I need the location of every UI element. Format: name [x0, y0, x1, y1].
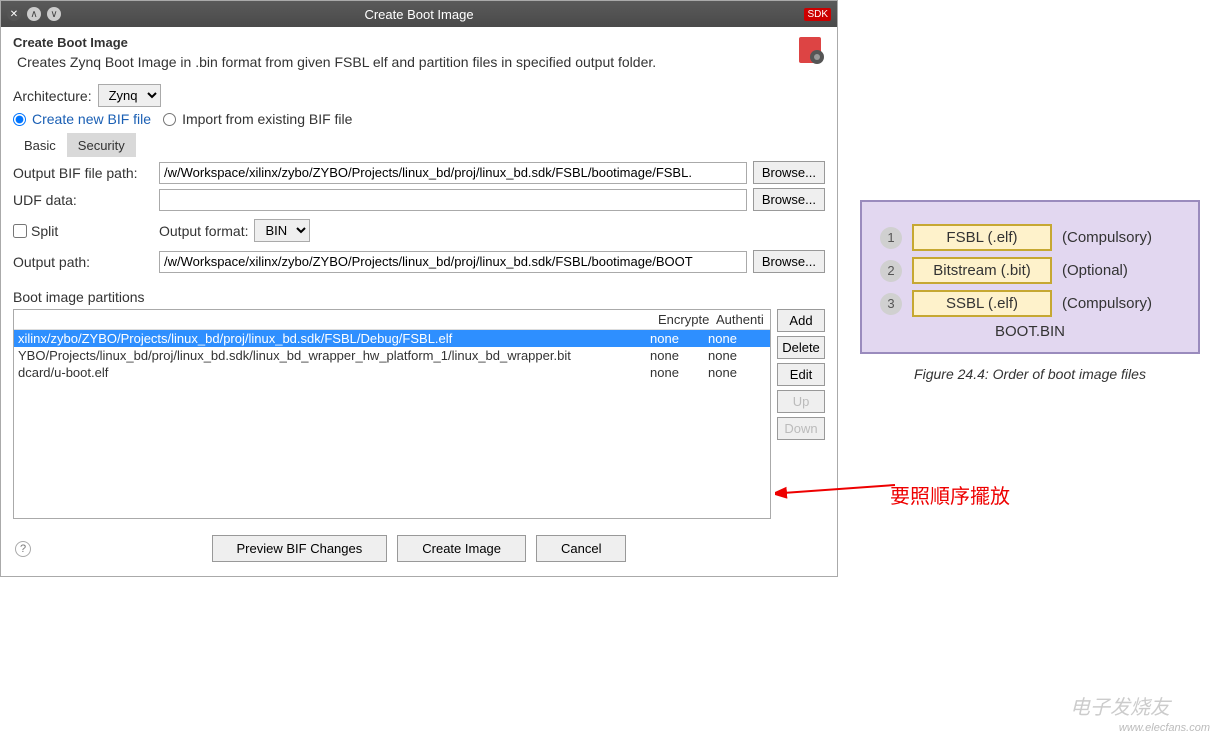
horizontal-scrollbar[interactable] [16, 506, 768, 516]
create-image-button[interactable]: Create Image [397, 535, 526, 562]
radio-import-bif[interactable] [163, 113, 176, 126]
figure-panel: 1 FSBL (.elf) (Compulsory) 2 Bitstream (… [860, 200, 1200, 382]
edit-button[interactable]: Edit [777, 363, 825, 386]
partitions-table[interactable]: Encrypte Authenti xilinx/zybo/ZYBO/Proje… [13, 309, 771, 519]
step-number: 2 [880, 260, 902, 282]
udf-input[interactable] [159, 189, 747, 211]
step-number: 3 [880, 293, 902, 315]
output-format-select[interactable]: BIN [254, 219, 310, 242]
output-path-label: Output path: [13, 254, 153, 270]
titlebar: ✕ ∧ ∨ Create Boot Image SDK [1, 1, 837, 27]
udf-label: UDF data: [13, 192, 153, 208]
file-box: FSBL (.elf) [912, 224, 1052, 251]
up-button[interactable]: Up [777, 390, 825, 413]
udf-browse-button[interactable]: Browse... [753, 188, 825, 211]
output-format-label: Output format: [159, 223, 248, 239]
header-title: Create Boot Image [13, 35, 825, 50]
sdk-badge: SDK [804, 8, 831, 21]
file-box: Bitstream (.bit) [912, 257, 1052, 284]
down-button[interactable]: Down [777, 417, 825, 440]
preview-bif-button[interactable]: Preview BIF Changes [212, 535, 388, 562]
help-icon[interactable]: ? [15, 541, 31, 557]
chevron-up-icon[interactable]: ∧ [27, 7, 41, 21]
partitions-label: Boot image partitions [13, 289, 825, 305]
requirement-label: (Compulsory) [1062, 295, 1152, 312]
delete-button[interactable]: Delete [777, 336, 825, 359]
watermark-url: www.elecfans.com [1119, 722, 1210, 734]
architecture-label: Architecture: [13, 88, 92, 104]
table-row[interactable]: dcard/u-boot.elf none none [14, 364, 770, 381]
close-icon[interactable]: ✕ [7, 7, 21, 21]
watermark-logo: 电子发烧友 [1070, 691, 1170, 720]
header-section: Create Boot Image Creates Zynq Boot Imag… [1, 27, 837, 74]
bif-path-browse-button[interactable]: Browse... [753, 161, 825, 184]
annotation-text: 要照順序擺放 [890, 480, 1010, 509]
table-row[interactable]: xilinx/zybo/ZYBO/Projects/linux_bd/proj/… [14, 330, 770, 347]
col-auth: Authenti [712, 310, 770, 329]
output-path-browse-button[interactable]: Browse... [753, 250, 825, 273]
requirement-label: (Optional) [1062, 262, 1128, 279]
requirement-label: (Compulsory) [1062, 229, 1152, 246]
tab-basic[interactable]: Basic [13, 133, 67, 157]
table-row[interactable]: YBO/Projects/linux_bd/proj/linux_bd.sdk/… [14, 347, 770, 364]
wizard-icon [793, 33, 827, 67]
bif-path-input[interactable] [159, 162, 747, 184]
partitions-header: Encrypte Authenti [14, 310, 770, 330]
file-box: SSBL (.elf) [912, 290, 1052, 317]
bootbin-label: BOOT.BIN [880, 323, 1180, 340]
output-path-input[interactable] [159, 251, 747, 273]
architecture-select[interactable]: Zynq [98, 84, 161, 107]
radio-create-bif[interactable] [13, 113, 26, 126]
window-title: Create Boot Image [364, 7, 473, 22]
bif-path-label: Output BIF file path: [13, 165, 153, 181]
step-number: 1 [880, 227, 902, 249]
radio-create-bif-label: Create new BIF file [32, 111, 151, 127]
split-label: Split [31, 223, 58, 239]
add-button[interactable]: Add [777, 309, 825, 332]
figure-caption: Figure 24.4: Order of boot image files [860, 366, 1200, 382]
tabs: Basic Security [13, 133, 825, 157]
cancel-button[interactable]: Cancel [536, 535, 626, 562]
split-checkbox[interactable] [13, 224, 27, 238]
col-encrypted: Encrypte [654, 310, 712, 329]
chevron-down-icon[interactable]: ∨ [47, 7, 61, 21]
radio-import-bif-label: Import from existing BIF file [182, 111, 352, 127]
header-description: Creates Zynq Boot Image in .bin format f… [17, 54, 825, 70]
dialog-create-boot-image: ✕ ∧ ∨ Create Boot Image SDK Create Boot … [0, 0, 838, 577]
tab-security[interactable]: Security [67, 133, 136, 157]
